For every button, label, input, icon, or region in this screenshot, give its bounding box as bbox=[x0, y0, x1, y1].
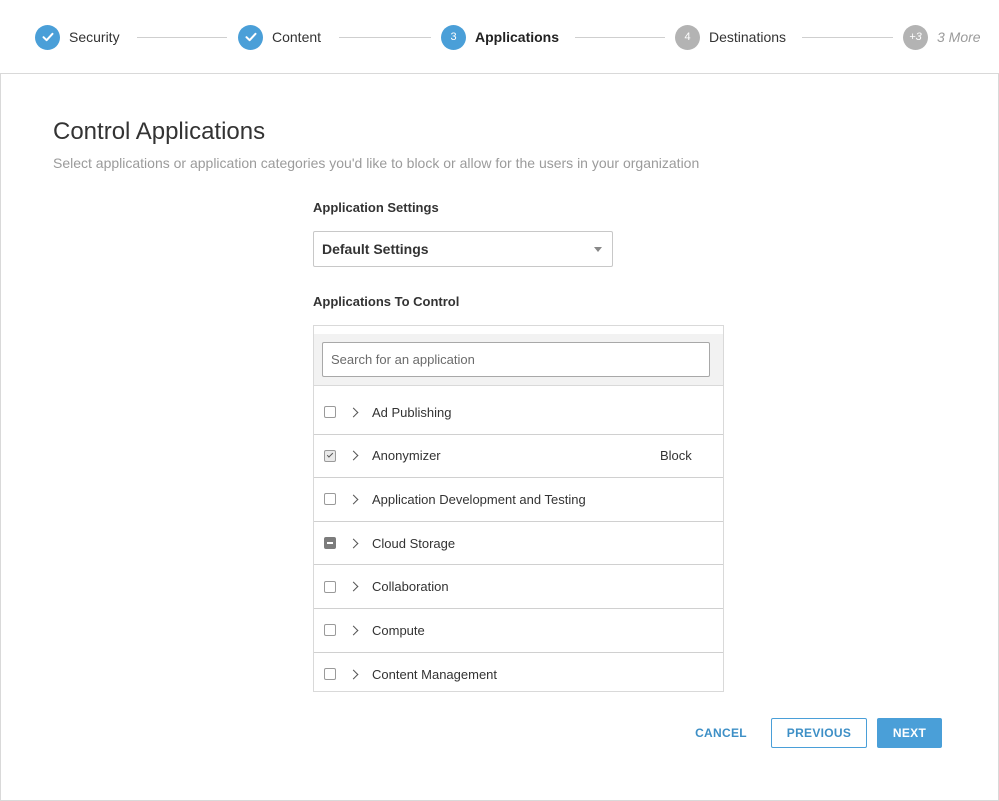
step-number: +3 bbox=[903, 24, 928, 50]
list-item-label: Anonymizer bbox=[372, 448, 441, 464]
previous-button[interactable]: PREVIOUS bbox=[771, 718, 867, 748]
minus-icon bbox=[327, 542, 333, 545]
step-label: Security bbox=[69, 29, 120, 45]
step-content[interactable]: Content bbox=[238, 24, 321, 50]
checkbox[interactable] bbox=[324, 493, 336, 506]
checkmark-icon bbox=[238, 24, 263, 50]
list-item-application-development[interactable]: Application Development and Testing bbox=[314, 478, 723, 522]
chevron-right-icon[interactable] bbox=[348, 581, 359, 592]
list-item-label: Cloud Storage bbox=[372, 535, 456, 551]
step-security[interactable]: Security bbox=[35, 24, 120, 50]
list-item-cloud-storage[interactable]: Cloud Storage bbox=[314, 522, 723, 566]
chevron-right-icon[interactable] bbox=[348, 669, 359, 680]
list-item-compute[interactable]: Compute bbox=[314, 609, 723, 653]
search-area bbox=[314, 334, 723, 386]
step-label: Content bbox=[272, 29, 322, 45]
list-item-anonymizer[interactable]: Anonymizer Block bbox=[314, 435, 723, 479]
wizard-stepper: Security Content 3 Applications 4 Destin… bbox=[0, 0, 999, 74]
step-number: 3 bbox=[441, 24, 466, 50]
chevron-right-icon[interactable] bbox=[348, 450, 359, 461]
step-applications[interactable]: 3 Applications bbox=[441, 24, 559, 50]
chevron-right-icon[interactable] bbox=[348, 494, 359, 505]
chevron-right-icon[interactable] bbox=[348, 538, 359, 549]
checkbox[interactable] bbox=[324, 624, 336, 637]
step-label: Applications bbox=[475, 29, 560, 45]
page-title: Control Applications bbox=[53, 118, 266, 145]
check-icon bbox=[326, 451, 334, 459]
list-item-status: Block bbox=[660, 448, 692, 464]
selected-value: Default Settings bbox=[322, 241, 429, 257]
page-subtitle: Select applications or application categ… bbox=[53, 155, 700, 171]
list-item-content-management[interactable]: Content Management bbox=[314, 653, 723, 691]
cancel-button[interactable]: CANCEL bbox=[688, 718, 754, 748]
list-item-collaboration[interactable]: Collaboration bbox=[314, 565, 723, 609]
checkbox[interactable] bbox=[324, 537, 336, 550]
list-item-label: Content Management bbox=[372, 666, 498, 682]
list-item-label: Compute bbox=[372, 622, 425, 638]
list-item-ad-publishing[interactable]: Ad Publishing bbox=[314, 391, 723, 435]
step-destinations[interactable]: 4 Destinations bbox=[675, 24, 786, 50]
step-number: 4 bbox=[675, 24, 700, 50]
checkmark-icon bbox=[35, 24, 60, 50]
list-item-label: Application Development and Testing bbox=[372, 491, 586, 507]
application-list: Ad Publishing Anonymizer Block Applicati… bbox=[314, 391, 723, 691]
caret-down-icon bbox=[594, 247, 602, 252]
chevron-right-icon[interactable] bbox=[348, 407, 359, 418]
applications-panel: Ad Publishing Anonymizer Block Applicati… bbox=[313, 325, 724, 692]
application-settings-select[interactable]: Default Settings bbox=[313, 231, 613, 267]
chevron-right-icon[interactable] bbox=[348, 625, 359, 636]
step-label: Destinations bbox=[709, 29, 787, 45]
search-input[interactable] bbox=[322, 342, 710, 377]
checkbox[interactable] bbox=[324, 668, 336, 681]
step-label: 3 More bbox=[937, 29, 981, 45]
application-settings-label: Application Settings bbox=[313, 200, 439, 215]
list-item-label: Ad Publishing bbox=[372, 404, 452, 420]
checkbox[interactable] bbox=[324, 580, 336, 593]
step-more[interactable]: +3 3 More bbox=[903, 24, 981, 50]
step-connector bbox=[137, 37, 227, 38]
step-connector bbox=[802, 37, 893, 38]
next-button[interactable]: NEXT bbox=[877, 718, 942, 748]
checkbox[interactable] bbox=[324, 406, 336, 419]
step-connector bbox=[575, 37, 665, 38]
list-item-label: Collaboration bbox=[372, 579, 449, 595]
applications-to-control-label: Applications To Control bbox=[313, 294, 460, 309]
checkbox[interactable] bbox=[324, 449, 336, 462]
step-connector bbox=[339, 37, 431, 38]
